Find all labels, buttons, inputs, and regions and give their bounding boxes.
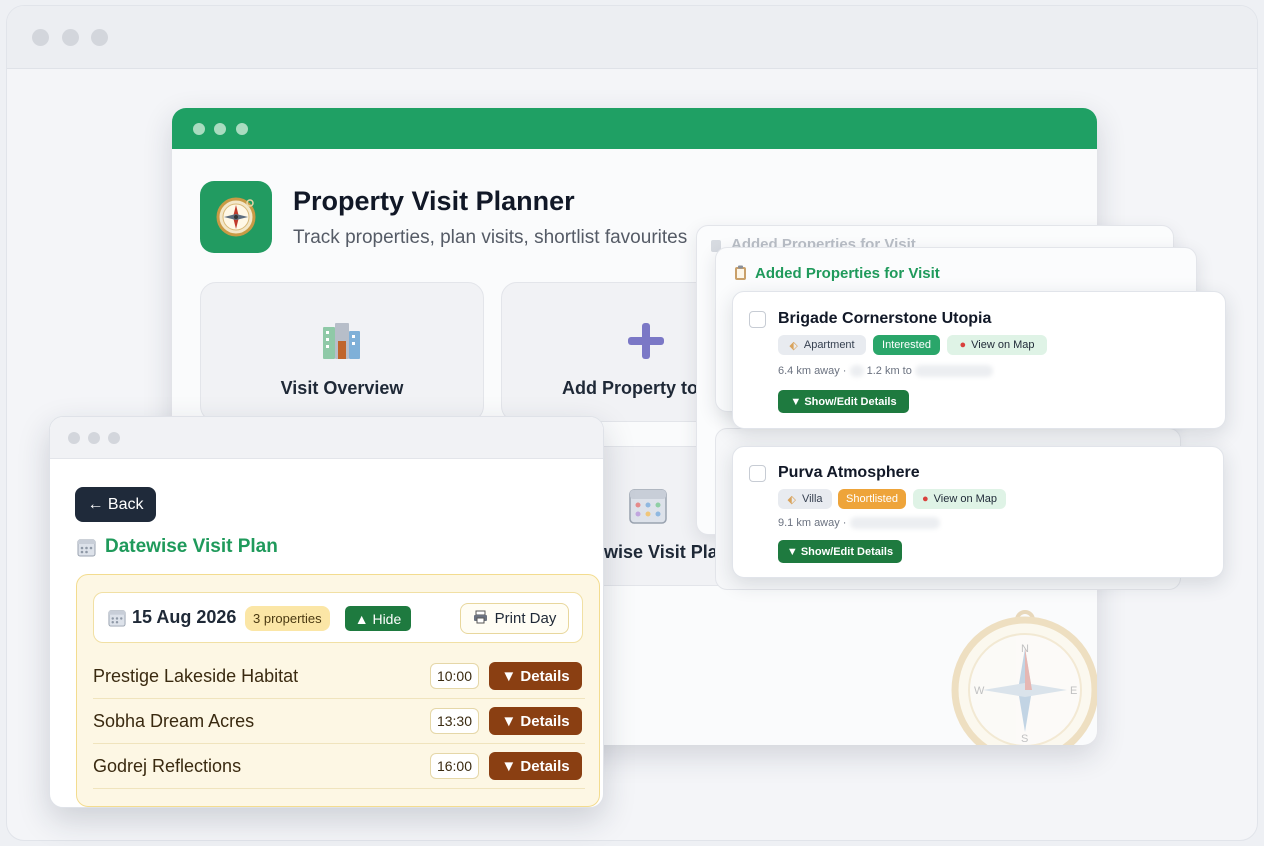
window-dot-icon <box>214 123 226 135</box>
property-type-tag: ⬖ Villa <box>778 489 832 509</box>
view-on-map-link[interactable]: ● View on Map <box>947 335 1047 355</box>
view-on-map-label: View on Map <box>971 339 1035 351</box>
back-button[interactable]: ← Back <box>75 487 156 522</box>
distance-text: 1.2 km to <box>866 365 912 377</box>
calendar-icon <box>108 609 126 632</box>
details-button[interactable]: ▼ Details <box>489 752 582 780</box>
visit-row: Sobha Dream Acres 13:30 ▼ Details <box>93 699 585 744</box>
hide-button[interactable]: ▲ Hide <box>345 606 411 631</box>
panel-title: Added Properties for Visit <box>755 265 940 282</box>
compass-watermark-icon: N S W E <box>950 608 1097 745</box>
buildings-icon <box>321 321 363 366</box>
tag-icon: ⬖ <box>787 493 796 506</box>
outer-title-bar <box>7 6 1257 69</box>
calendar-icon <box>77 538 96 562</box>
printer-icon <box>473 610 488 628</box>
property-name: Purva Atmosphere <box>778 464 920 481</box>
distance-text: 6.4 km away · <box>778 365 847 377</box>
window-dot-icon <box>68 432 80 444</box>
tag-icon: ⬖ <box>789 339 798 352</box>
visit-property-name: Godrej Reflections <box>93 756 242 776</box>
main-title-bar <box>172 108 1097 149</box>
svg-text:W: W <box>974 685 985 697</box>
visit-time[interactable]: 16:00 <box>430 753 479 779</box>
clipboard-icon <box>734 265 747 286</box>
property-count-badge: 3 properties <box>245 606 330 631</box>
card-label: Add Property to <box>562 378 699 398</box>
card-label: Visit Overview <box>280 378 404 398</box>
visit-property-name: Sobha Dream Acres <box>93 711 255 731</box>
show-edit-details-button[interactable]: ▼ Show/Edit Details <box>778 390 909 413</box>
app-subtitle: Track properties, plan visits, shortlist… <box>293 227 688 248</box>
distance-info: 9.1 km away · <box>778 517 940 530</box>
show-edit-details-button[interactable]: ▼ Show/Edit Details <box>778 540 902 563</box>
card-visit-overview[interactable]: Visit Overview <box>200 282 484 422</box>
window-dot-icon <box>91 29 108 46</box>
property-card: Brigade Cornerstone Utopia ⬖ Apartment In… <box>732 291 1226 429</box>
property-type-tag: ⬖ Apartment <box>778 335 866 355</box>
window-dot-icon <box>108 432 120 444</box>
property-checkbox[interactable] <box>749 465 766 482</box>
window-dot-icon <box>236 123 248 135</box>
window-dot-icon <box>62 29 79 46</box>
redacted-text <box>914 365 993 378</box>
status-badge: Shortlisted <box>838 489 906 509</box>
visit-row: Prestige Lakeside Habitat 10:00 ▼ Detail… <box>93 654 585 699</box>
print-day-label: Print Day <box>494 610 557 627</box>
day-group: 15 Aug 2026 3 properties ▲ Hide Print Da… <box>76 574 600 807</box>
app-title: Property Visit Planner <box>293 186 575 216</box>
svg-text:E: E <box>1070 685 1077 697</box>
redacted-text <box>849 365 864 378</box>
compass-app-icon <box>200 181 272 253</box>
visit-property-name: Prestige Lakeside Habitat <box>93 666 299 686</box>
datewise-title: Datewise Visit Plan <box>105 536 278 557</box>
window-dot-icon <box>193 123 205 135</box>
visit-time[interactable]: 13:30 <box>430 708 479 734</box>
print-day-button[interactable]: Print Day <box>460 603 569 634</box>
window-dot-icon <box>88 432 100 444</box>
day-header: 15 Aug 2026 3 properties ▲ Hide Print Da… <box>93 592 583 643</box>
distance-text: 9.1 km away · <box>778 517 847 529</box>
view-on-map-label: View on Map <box>933 493 998 505</box>
property-name: Brigade Cornerstone Utopia <box>778 310 992 327</box>
distance-info: 6.4 km away · 1.2 km to <box>778 365 993 378</box>
view-on-map-link[interactable]: ● View on Map <box>913 489 1006 509</box>
window-dot-icon <box>32 29 49 46</box>
property-checkbox[interactable] <box>749 311 766 328</box>
visit-time[interactable]: 10:00 <box>430 663 479 689</box>
plus-icon <box>626 321 666 366</box>
property-type-label: Villa <box>801 493 823 505</box>
day-date: 15 Aug 2026 <box>132 607 237 627</box>
property-type-label: Apartment <box>803 339 855 351</box>
status-badge: Interested <box>873 335 940 355</box>
property-card: Purva Atmosphere ⬖ Villa Shortlisted ● Vie… <box>732 446 1224 578</box>
details-button[interactable]: ▼ Details <box>489 707 582 735</box>
datewise-window: ← Back Datewise Visit Plan 15 Aug 2026 3… <box>49 416 604 808</box>
map-pin-icon: ● <box>921 493 929 505</box>
datewise-title-bar <box>50 417 603 459</box>
svg-text:S: S <box>1021 733 1028 745</box>
redacted-text <box>849 517 940 530</box>
details-button[interactable]: ▼ Details <box>489 662 582 690</box>
map-pin-icon: ● <box>959 339 967 351</box>
calendar-icon <box>628 485 668 530</box>
svg-text:N: N <box>1021 643 1029 655</box>
visit-row: Godrej Reflections 16:00 ▼ Details <box>93 744 585 789</box>
